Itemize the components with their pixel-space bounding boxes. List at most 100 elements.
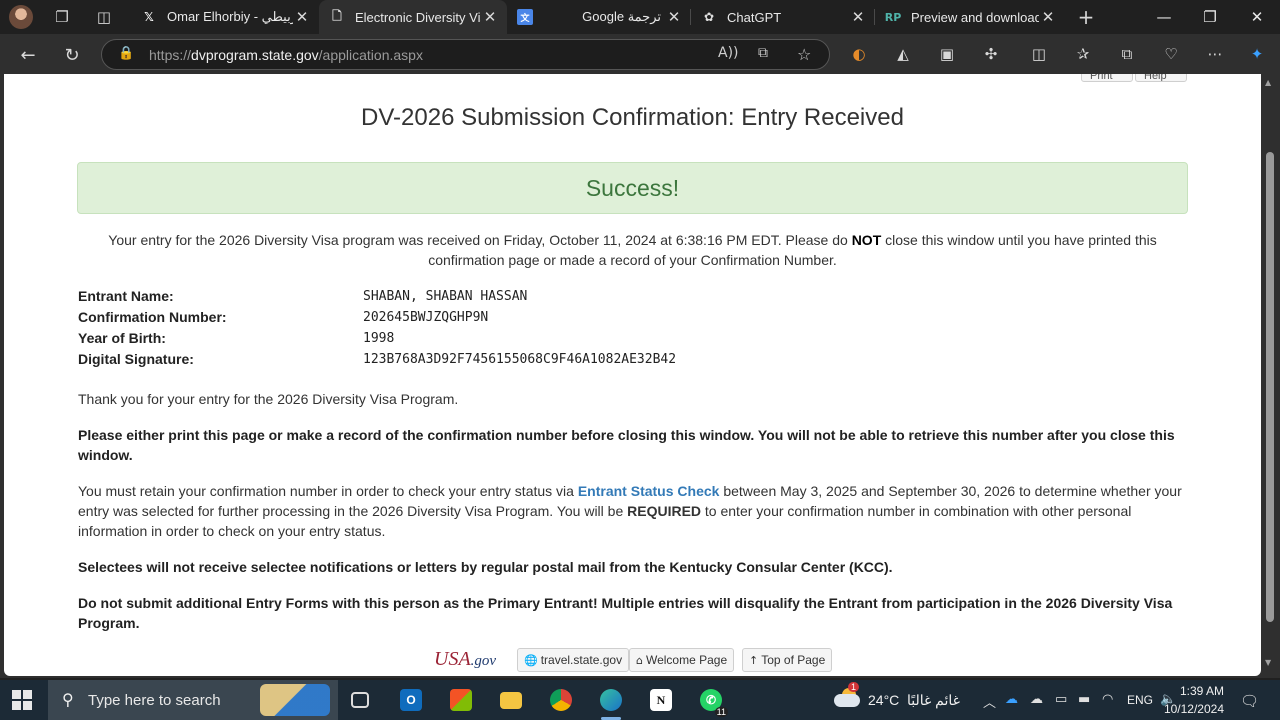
microsoft-store-icon[interactable] — [446, 685, 476, 715]
chrome-icon[interactable] — [546, 685, 576, 715]
windows-taskbar: ⚲ Type here to search O N ✆ 11 1 24°C غائ… — [0, 680, 1280, 720]
minimize-icon[interactable]: — — [1141, 0, 1187, 34]
tab-preview-download[interactable]: RP Preview and download ✕ — [875, 0, 1065, 34]
lock-icon[interactable]: 🔒 — [118, 46, 134, 61]
more-menu-icon[interactable]: ⋯ — [1204, 43, 1226, 65]
rp-logo-icon: RP — [884, 10, 902, 24]
split-screen-icon[interactable]: ◫ — [1028, 43, 1050, 65]
language-indicator[interactable]: ENG — [1127, 693, 1153, 707]
search-icon: ⚲ — [62, 690, 74, 709]
read-aloud-icon[interactable]: A)) — [718, 45, 739, 61]
year-of-birth-value: 1998 — [363, 331, 395, 346]
tab-strip: ❐ ◫ 𝕏 Omar Elhorbiy - ‏الحربيطي ✕ 🗋 Elec… — [0, 0, 1280, 34]
taskbar-search[interactable]: ⚲ Type here to search — [48, 680, 338, 720]
weather-text[interactable]: غائم غالبًا — [902, 692, 960, 709]
clock-time[interactable]: 1:39 AM — [1168, 684, 1224, 698]
home-icon: ⌂ — [636, 654, 643, 667]
selectees-notice: Selectees will not receive selectee noti… — [78, 559, 893, 575]
multiple-entries-notice: Do not submit additional Entry Forms wit… — [78, 595, 1173, 631]
new-tab-icon[interactable]: + — [1075, 5, 1097, 29]
entrant-name-label: Entrant Name: — [78, 288, 174, 304]
thank-you-text: Thank you for your entry for the 2026 Di… — [78, 391, 459, 407]
favorite-star-icon[interactable]: ☆ — [797, 45, 811, 64]
collections-icon[interactable]: ⧉ — [1116, 43, 1138, 65]
show-hidden-icons-chevron-icon[interactable]: ︿ — [983, 692, 996, 711]
confirmation-number-value: 202645BWJZQGHP9N — [363, 310, 489, 325]
back-icon[interactable]: ← — [15, 42, 41, 68]
copilot-icon[interactable]: ✦ — [1246, 43, 1268, 65]
address-bar[interactable]: 🔒 https://dvprogram.state.gov/applicatio… — [101, 39, 830, 70]
start-button[interactable] — [12, 690, 32, 710]
window-close-icon[interactable]: ✕ — [1234, 0, 1280, 34]
scrollbar-thumb[interactable] — [1266, 152, 1274, 622]
confirmation-number-label: Confirmation Number: — [78, 309, 227, 325]
tab-google-translate[interactable]: 文 Google ترجمة ✕ — [507, 0, 691, 34]
wifi-icon[interactable]: ◠ — [1102, 692, 1113, 707]
close-icon[interactable]: ✕ — [293, 8, 311, 26]
close-icon[interactable]: ✕ — [849, 8, 867, 26]
clock-date[interactable]: 10/12/2024 — [1162, 702, 1224, 716]
success-alert: Success! — [77, 162, 1188, 214]
restore-icon[interactable]: ❐ — [1187, 0, 1233, 34]
file-explorer-icon[interactable] — [496, 685, 526, 715]
close-icon[interactable]: ✕ — [481, 8, 499, 26]
notifications-icon[interactable]: 🗨 — [1240, 692, 1259, 710]
onedrive-icon[interactable]: ☁ — [1005, 692, 1018, 707]
app-available-icon[interactable]: ⧉ — [758, 45, 768, 61]
arrow-up-icon: ↑ — [749, 654, 759, 667]
tab-twitter[interactable]: 𝕏 Omar Elhorbiy - ‏الحربيطي ✕ — [131, 0, 319, 34]
url-text[interactable]: https://dvprogram.state.gov/application.… — [149, 47, 423, 63]
extension-icon[interactable]: ◭ — [892, 43, 914, 65]
device-icon[interactable]: ▭ — [1055, 692, 1067, 707]
temperature[interactable]: 24°C — [868, 692, 899, 708]
close-icon[interactable]: ✕ — [1039, 8, 1057, 26]
refresh-icon[interactable]: ↻ — [59, 42, 85, 68]
close-icon[interactable]: ✕ — [665, 8, 683, 26]
retain-number-notice: You must retain your confirmation number… — [78, 483, 1182, 539]
weather-icon[interactable]: 1 — [834, 682, 860, 708]
translate-icon: 文 — [517, 9, 533, 25]
vertical-tabs-icon[interactable]: ◫ — [93, 6, 115, 28]
tab-chatgpt[interactable]: ✿ ChatGPT ✕ — [691, 0, 875, 34]
print-button[interactable]: Print — [1081, 74, 1133, 82]
page-viewport: Print Help DV-2026 Submission Confirmati… — [0, 74, 1280, 678]
browser-toolbar: ← ↻ 🔒 https://dvprogram.state.gov/applic… — [0, 34, 1280, 74]
document-icon: 🗋 — [332, 8, 342, 23]
outlook-icon[interactable]: O — [396, 685, 426, 715]
entrant-status-check-link[interactable]: Entrant Status Check — [578, 483, 720, 499]
globe-icon: 🌐 — [524, 654, 538, 667]
whatsapp-icon[interactable]: ✆ 11 — [696, 685, 728, 717]
search-placeholder: Type here to search — [88, 692, 221, 709]
onedrive-personal-icon[interactable]: ☁ — [1030, 692, 1043, 707]
x-logo-icon: 𝕏 — [144, 10, 154, 24]
confirmation-page: Print Help DV-2026 Submission Confirmati… — [4, 74, 1261, 676]
received-message: Your entry for the 2026 Diversity Visa p… — [108, 232, 1157, 268]
extensions-puzzle-icon[interactable]: ✣ — [980, 43, 1002, 65]
scroll-up-arrow-icon[interactable]: ▲ — [1265, 78, 1271, 87]
page-title: DV-2026 Submission Confirmation: Entry R… — [361, 104, 904, 131]
top-of-page-button[interactable]: ↑ Top of Page — [742, 648, 833, 672]
edge-icon[interactable] — [596, 685, 626, 720]
digital-signature-value: 123B768A3D92F7456155068C9F46A1082AE32B42 — [363, 352, 677, 367]
browser-essentials-icon[interactable]: ♡ — [1160, 43, 1182, 65]
travel-state-gov-button[interactable]: 🌐 travel.state.gov — [517, 648, 630, 672]
scroll-down-arrow-icon[interactable]: ▼ — [1265, 658, 1271, 667]
notion-icon[interactable]: N — [646, 685, 676, 715]
page-scrollbar[interactable]: ▲ ▼ — [1262, 74, 1278, 678]
whatsapp-badge: 11 — [714, 707, 728, 717]
battery-icon[interactable]: ▬ — [1078, 692, 1090, 707]
chatgpt-logo-icon: ✿ — [703, 10, 715, 24]
workspaces-icon[interactable]: ❐ — [51, 6, 73, 28]
help-button[interactable]: Help — [1135, 74, 1187, 82]
print-notice: Please either print this page or make a … — [78, 427, 1175, 463]
favorites-icon[interactable]: ✰ — [1072, 43, 1094, 65]
tab-dv-program[interactable]: 🗋 Electronic Diversity Visa ✕ — [319, 0, 507, 34]
task-view-icon[interactable] — [345, 685, 375, 715]
usa-gov-logo[interactable]: USA.gov — [434, 648, 496, 671]
extension-icon[interactable]: ▣ — [936, 43, 958, 65]
welcome-page-button[interactable]: ⌂ Welcome Page — [629, 648, 735, 672]
search-highlight-image — [260, 684, 330, 716]
year-of-birth-label: Year of Birth: — [78, 330, 166, 346]
extension-icon[interactable]: ◐ — [848, 43, 870, 65]
profile-avatar[interactable] — [9, 5, 33, 29]
